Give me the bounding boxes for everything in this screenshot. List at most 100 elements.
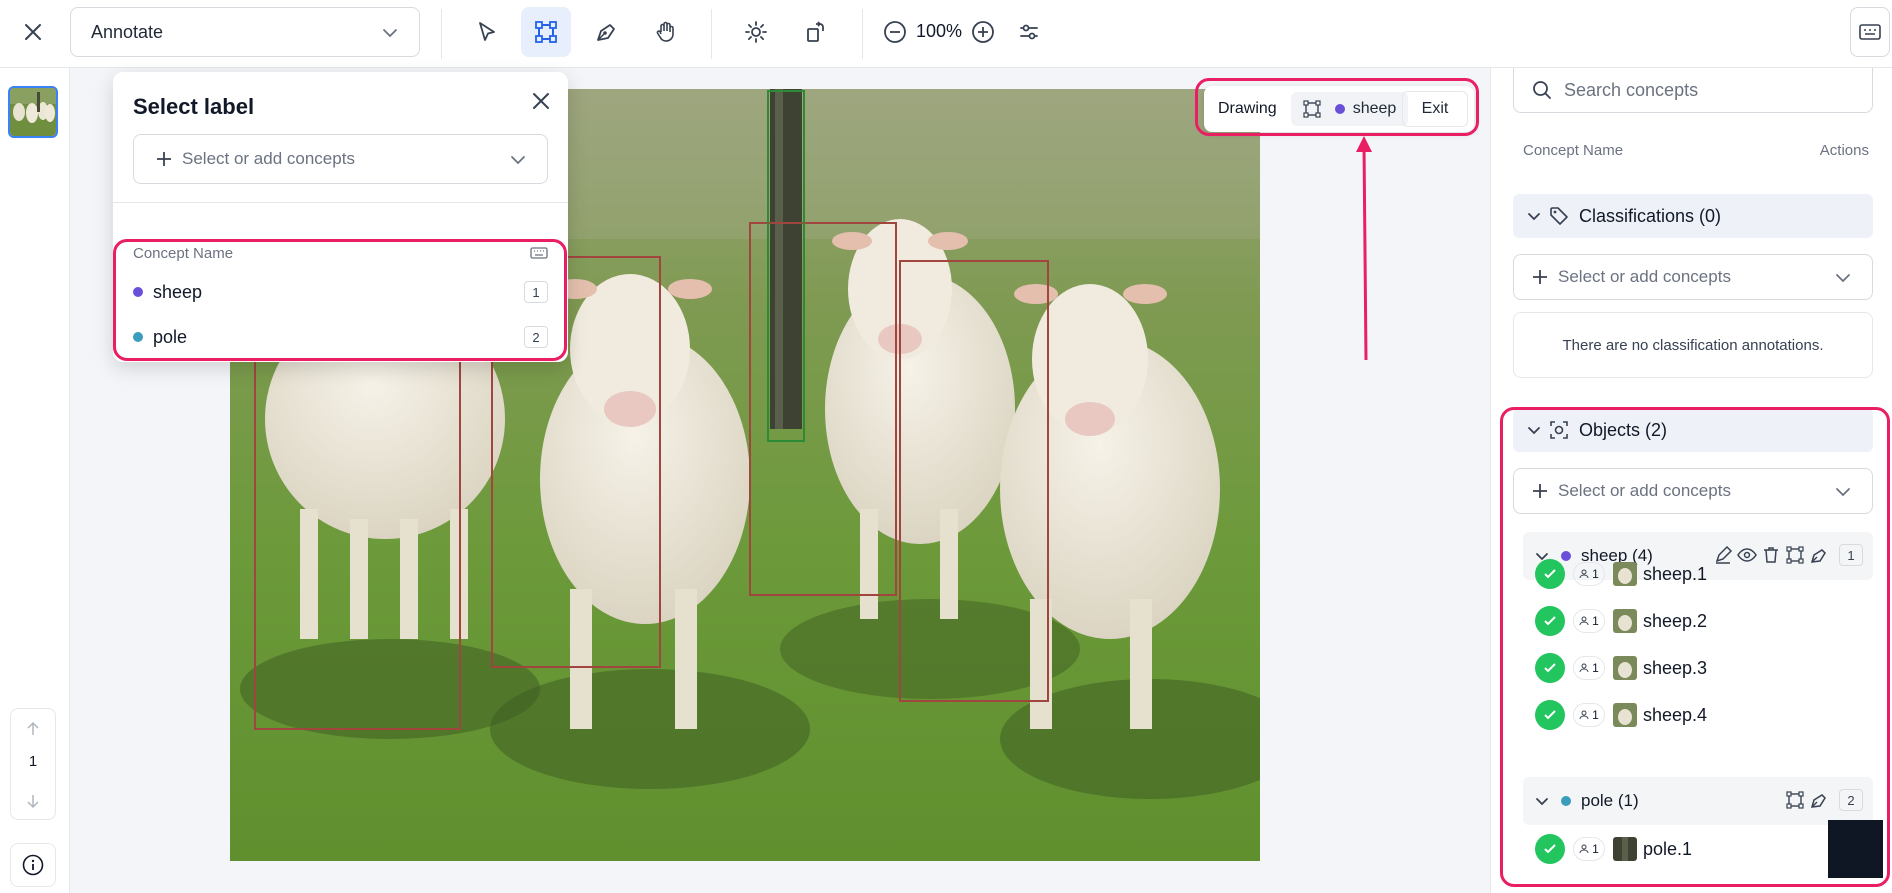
rotate-icon xyxy=(807,21,824,42)
sliders-icon xyxy=(1020,24,1038,40)
object-row-sheep-1[interactable]: 1 sheep.1 xyxy=(1535,555,1707,593)
pan-tool-button[interactable] xyxy=(641,7,691,57)
annotator-badge: 1 xyxy=(1573,656,1605,680)
drawing-status: Drawing sheep Exit xyxy=(1204,86,1474,132)
objects-select-placeholder: Select or add concepts xyxy=(1558,481,1731,500)
bounding-box-icon xyxy=(535,21,557,43)
bounding-box-icon[interactable] xyxy=(1785,790,1805,810)
popup-item-pole[interactable]: pole 2 xyxy=(133,317,548,357)
arrow-up-icon[interactable] xyxy=(25,721,41,737)
drawing-concept-chip: sheep xyxy=(1290,92,1409,126)
keyboard-icon xyxy=(1859,24,1881,40)
pen-icon[interactable] xyxy=(1809,790,1829,810)
plus-icon xyxy=(157,152,171,166)
eye-icon[interactable] xyxy=(1737,545,1757,565)
object-thumbnail xyxy=(1613,656,1637,680)
object-label: sheep.1 xyxy=(1643,563,1708,584)
mode-select-value: Annotate xyxy=(91,21,164,42)
column-header: Concept Name Actions xyxy=(1523,142,1869,159)
popup-item-label: sheep xyxy=(153,281,203,302)
arrow-down-icon[interactable] xyxy=(25,793,41,809)
chevron-down-icon xyxy=(1528,427,1540,435)
object-thumbnail xyxy=(1613,562,1637,586)
popup-item-sheep[interactable]: sheep 1 xyxy=(133,272,548,312)
select-tool-button[interactable] xyxy=(462,7,512,57)
search-placeholder: Search concepts xyxy=(1564,79,1699,100)
object-row-sheep-4[interactable]: 1 sheep.4 xyxy=(1535,696,1707,734)
rotate-button[interactable] xyxy=(791,7,841,57)
bounding-box-icon xyxy=(1303,100,1321,118)
corner-overlay xyxy=(1828,820,1883,878)
check-icon[interactable] xyxy=(1535,559,1565,589)
chevron-down-icon xyxy=(511,156,525,165)
chevron-down-icon xyxy=(1836,488,1850,497)
object-label: sheep.4 xyxy=(1643,704,1708,725)
left-sidebar: 1 xyxy=(0,68,70,893)
info-icon xyxy=(22,854,44,876)
object-icon xyxy=(1550,421,1568,439)
chevron-down-icon xyxy=(1836,274,1850,283)
toolbar-divider xyxy=(441,9,442,59)
drawing-concept: sheep xyxy=(1352,100,1397,117)
mode-select[interactable]: Annotate xyxy=(70,7,420,57)
polygon-tool-button[interactable] xyxy=(581,7,631,57)
annotator-badge: 1 xyxy=(1573,562,1605,586)
keyboard-shortcuts-button[interactable] xyxy=(1850,7,1890,57)
annotator-count: 1 xyxy=(1592,661,1599,675)
bounding-box-icon[interactable] xyxy=(1785,545,1805,565)
close-icon[interactable] xyxy=(532,92,550,110)
object-label: pole.1 xyxy=(1643,838,1693,859)
exit-button[interactable]: Exit xyxy=(1402,91,1468,127)
annotator-count: 1 xyxy=(1592,842,1599,856)
objects-concept-select[interactable]: Select or add concepts xyxy=(1513,468,1873,514)
pen-icon[interactable] xyxy=(1809,545,1829,565)
trash-icon[interactable] xyxy=(1761,545,1781,565)
classifications-header[interactable]: Classifications (0) xyxy=(1513,194,1873,238)
search-input[interactable]: Search concepts xyxy=(1513,68,1873,113)
concepts-panel: Search concepts Concept Name Actions Cla… xyxy=(1490,68,1892,893)
check-icon[interactable] xyxy=(1535,834,1565,864)
check-icon[interactable] xyxy=(1535,606,1565,636)
bounding-box-tool-button[interactable] xyxy=(521,7,571,57)
object-label: sheep.3 xyxy=(1643,657,1708,678)
objects-header[interactable]: Objects (2) xyxy=(1513,408,1873,452)
color-dot xyxy=(133,332,143,342)
concept-group-pole[interactable]: pole (1) 2 xyxy=(1523,777,1873,825)
check-icon[interactable] xyxy=(1535,653,1565,683)
classifications-concept-select[interactable]: Select or add concepts xyxy=(1513,254,1873,300)
zoom-in-button[interactable] xyxy=(958,7,1008,57)
search-icon xyxy=(1533,81,1551,99)
shortcut-key: 2 xyxy=(524,326,548,348)
settings-button[interactable] xyxy=(1004,7,1054,57)
drawing-label: Drawing xyxy=(1218,100,1277,117)
group-actions: 1 xyxy=(1713,544,1863,566)
plus-icon xyxy=(1533,484,1547,498)
info-button[interactable] xyxy=(10,843,56,887)
object-row-pole-1[interactable]: 1 pole.1 xyxy=(1535,830,1692,868)
keyboard-icon xyxy=(530,247,548,259)
image-thumbnail[interactable] xyxy=(8,86,58,138)
annotator-count: 1 xyxy=(1592,708,1599,722)
user-icon xyxy=(1579,663,1589,673)
edit-icon[interactable] xyxy=(1713,545,1733,565)
object-row-sheep-3[interactable]: 1 sheep.3 xyxy=(1535,649,1707,687)
chevron-down-icon xyxy=(1528,213,1540,221)
tag-icon xyxy=(1550,207,1568,225)
user-icon xyxy=(1579,616,1589,626)
color-dot xyxy=(133,287,143,297)
popup-concept-select[interactable]: Select or add concepts xyxy=(133,134,548,184)
object-row-sheep-2[interactable]: 1 sheep.2 xyxy=(1535,602,1707,640)
classifications-title: Classifications (0) xyxy=(1579,205,1722,226)
shortcut-key: 1 xyxy=(524,281,548,303)
brightness-button[interactable] xyxy=(731,7,781,57)
object-thumbnail xyxy=(1613,609,1637,633)
object-thumbnail xyxy=(1613,837,1637,861)
shortcut-key: 1 xyxy=(1839,544,1863,566)
chevron-down-icon xyxy=(1536,798,1548,806)
select-label-popup: Select label Select or add concepts Conc… xyxy=(113,72,568,362)
annotator-badge: 1 xyxy=(1573,837,1605,861)
popup-list-header: Concept Name xyxy=(133,245,234,262)
close-button[interactable] xyxy=(8,7,58,57)
check-icon[interactable] xyxy=(1535,700,1565,730)
zoom-out-button[interactable] xyxy=(870,7,920,57)
